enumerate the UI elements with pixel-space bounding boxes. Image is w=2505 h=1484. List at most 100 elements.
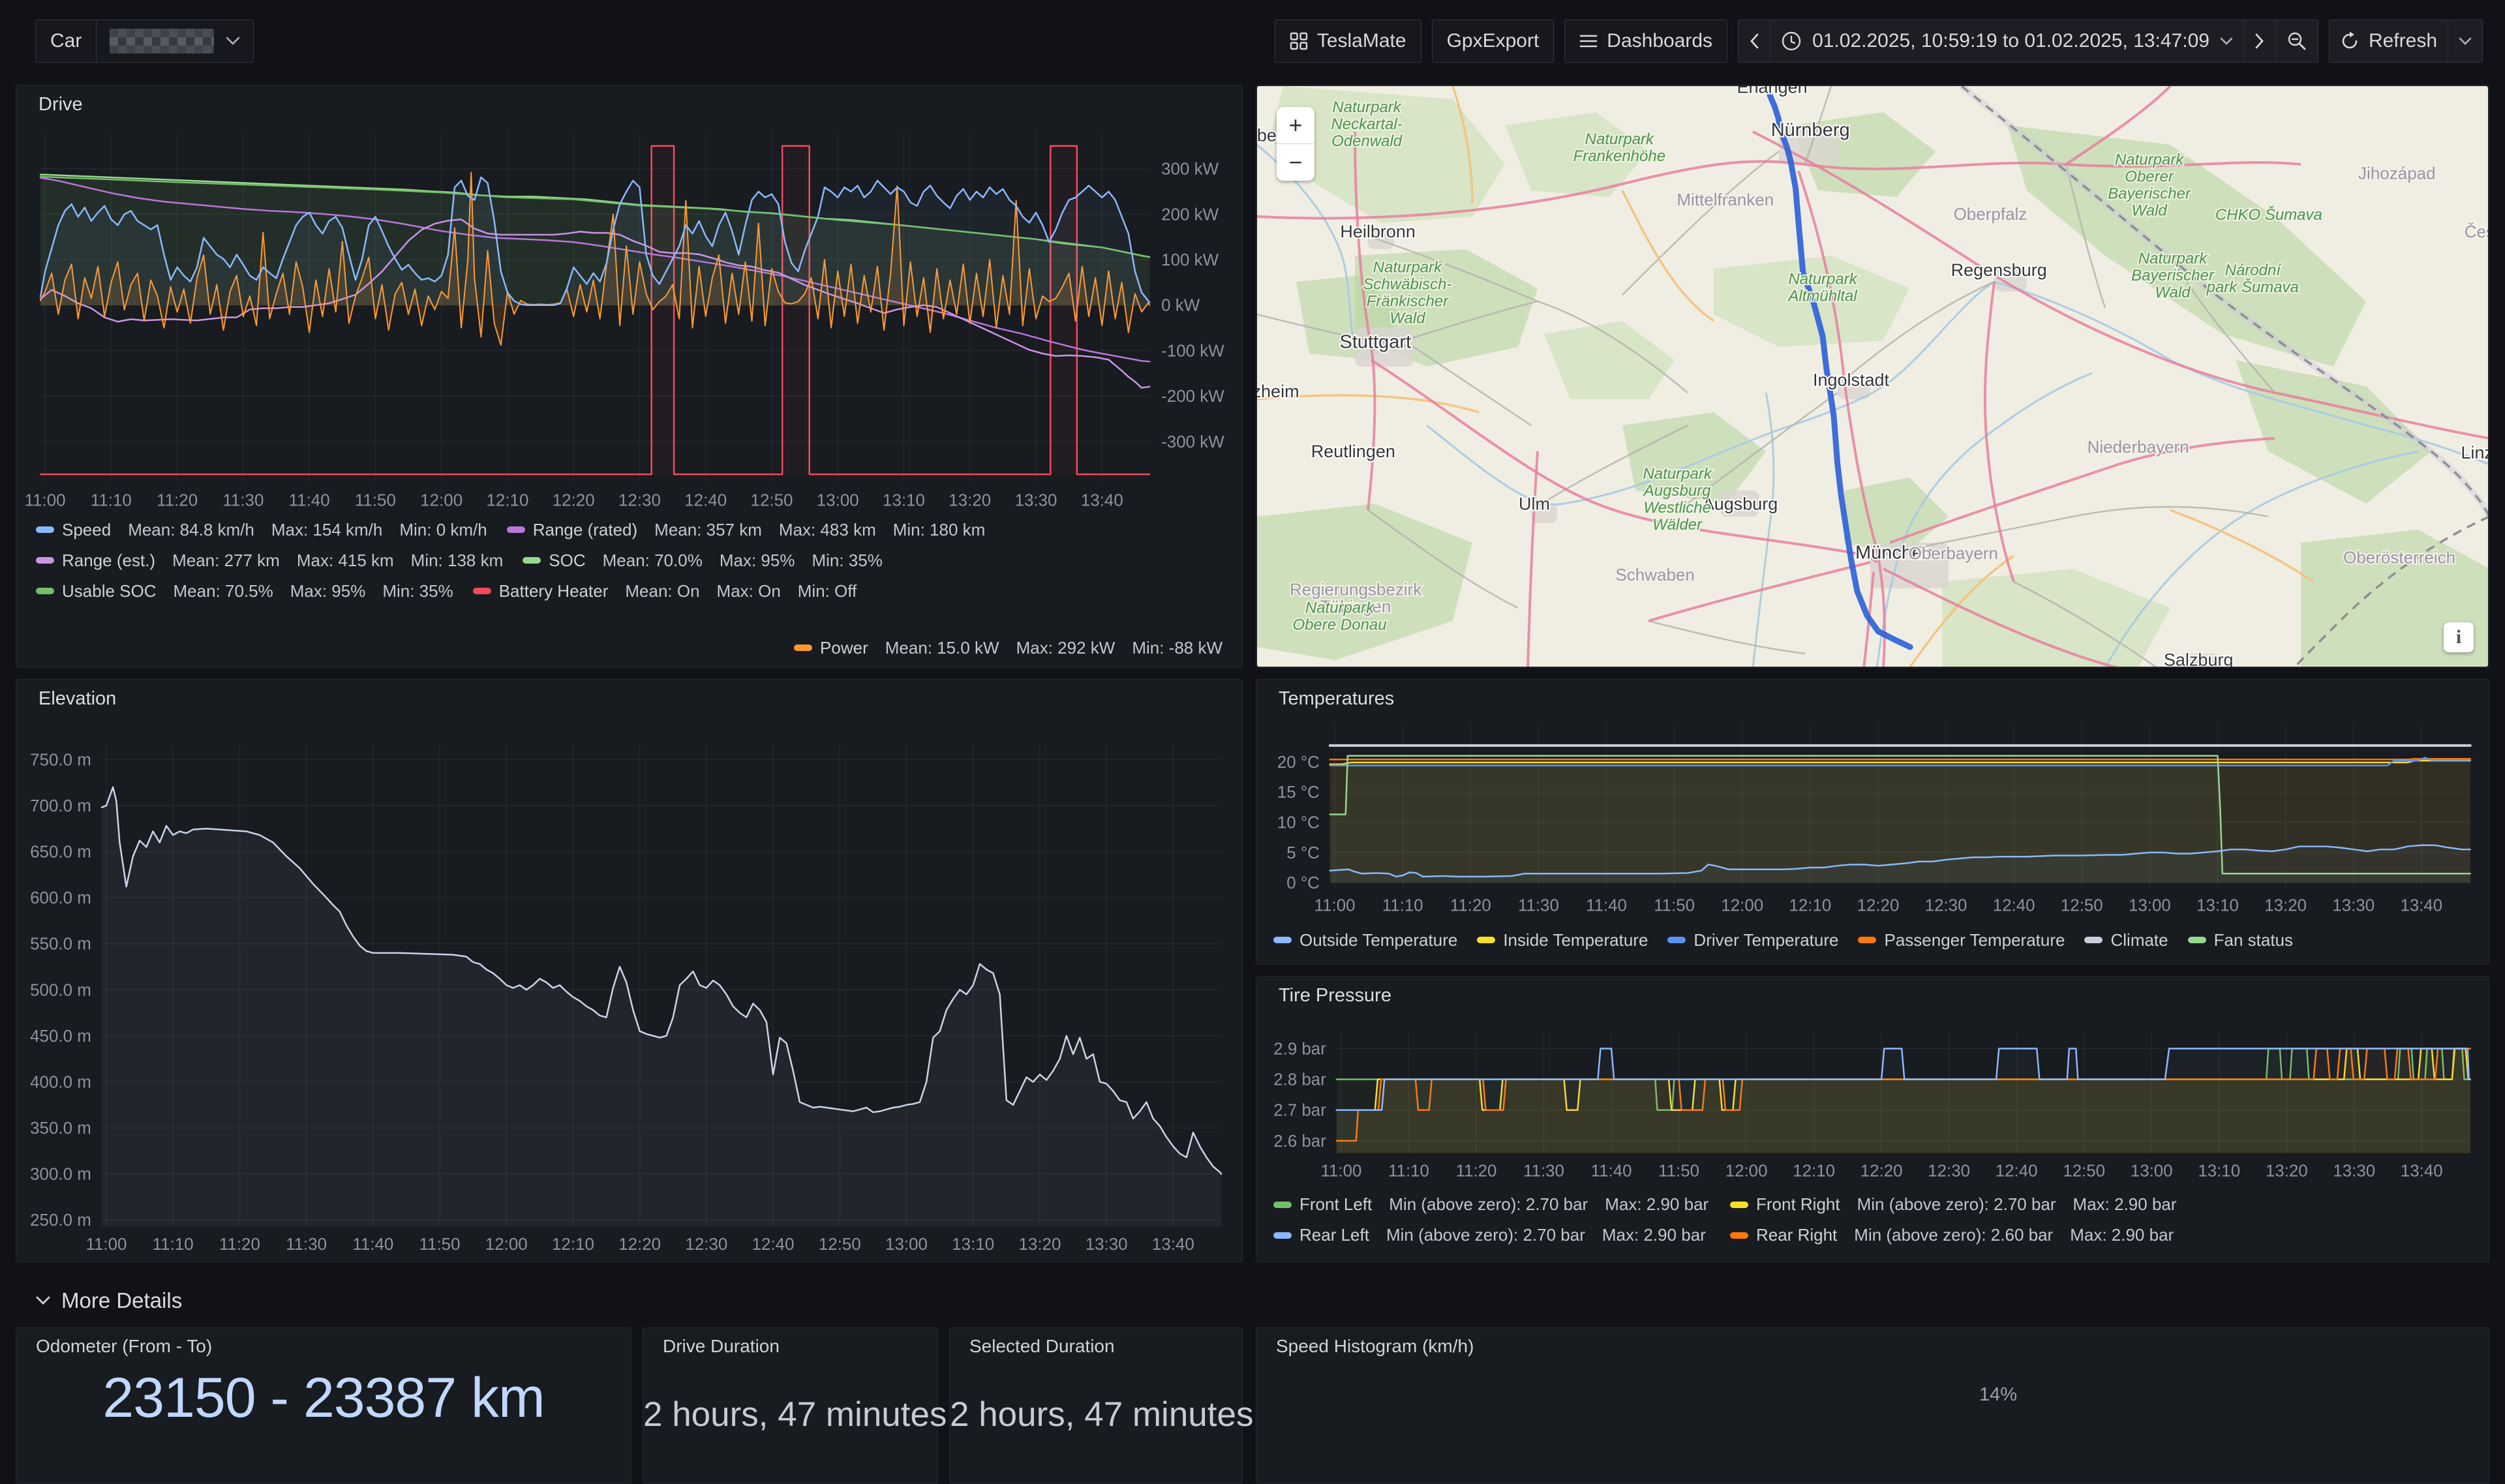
x-axis-tick-label: 13:40 (2400, 896, 2442, 915)
y-axis-tick-label: 650.0 m (30, 843, 91, 862)
x-axis-tick-label: 12:40 (1996, 1162, 2038, 1181)
legend-item-fan[interactable]: Fan status (2188, 930, 2293, 950)
legend-item-battery_heater[interactable]: Battery HeaterMean: OnMax: OnMin: Off (473, 581, 857, 601)
tire-pressure-legend: Front LeftMin (above zero): 2.70 barMax:… (1273, 1194, 2177, 1245)
speed-histogram-panel-title: Speed Histogram (km/h) (1256, 1328, 1474, 1365)
x-axis-tick-label: 11:30 (1523, 1162, 1564, 1181)
time-shift-back-button[interactable] (1738, 20, 1770, 62)
x-axis-tick-label: 13:30 (1086, 1235, 1128, 1254)
elevation-panel-title: Elevation (16, 680, 116, 718)
teslamate-button[interactable]: TeslaMate (1275, 20, 1421, 63)
x-axis-tick-label: 13:10 (2198, 1162, 2240, 1181)
legend-item-passenger[interactable]: Passenger Temperature (1858, 930, 2065, 950)
legend-label-passenger: Passenger Temperature (1884, 930, 2065, 950)
legend-item-front_right[interactable]: Front RightMin (above zero): 2.70 barMax… (1730, 1194, 2177, 1215)
legend-item-range_est[interactable]: Range (est.)Mean: 277 kmMax: 415 kmMin: … (36, 551, 503, 571)
x-axis-tick-label: 11:50 (355, 492, 396, 510)
drive-panel-title: Drive (16, 85, 83, 123)
x-axis-tick-label: 11:10 (91, 492, 132, 510)
map-attribution-info-button[interactable]: i (2444, 622, 2474, 652)
x-axis-tick-label: 11:40 (1591, 1162, 1632, 1181)
legend-item-outside[interactable]: Outside Temperature (1273, 930, 1457, 950)
legend-item-usable_soc[interactable]: Usable SOCMean: 70.5%Max: 95%Min: 35% (36, 581, 453, 601)
map-label: Oberösterreich (2343, 547, 2455, 567)
legend-item-soc[interactable]: SOCMean: 70.0%Max: 95%Min: 35% (523, 551, 883, 571)
dashboards-button[interactable]: Dashboards (1564, 20, 1727, 63)
x-axis-tick-label: 13:20 (949, 492, 991, 510)
y-axis-tick-label: 200 kW (1161, 205, 1219, 224)
map-label: NaturparkFrankenhöhe (1573, 130, 1665, 165)
legend-stat: Min: Off (798, 581, 857, 601)
legend-label-driver: Driver Temperature (1693, 930, 1838, 950)
legend-label-speed: Speed (62, 520, 111, 540)
x-axis-tick-label: 13:00 (817, 492, 859, 510)
map-label: Linz (2461, 443, 2488, 462)
legend-stat: Max: 2.90 bar (2073, 1194, 2177, 1215)
x-axis-tick-label: 12:20 (1860, 1162, 1903, 1181)
x-axis-tick-label: 13:30 (1015, 492, 1057, 510)
map-label: Jihozápad (2358, 164, 2436, 183)
legend-label-climate: Climate (2110, 930, 2168, 950)
legend-item-inside[interactable]: Inside Temperature (1477, 930, 1648, 950)
legend-stat: Max: On (717, 581, 781, 601)
car-variable-control[interactable]: Car (35, 20, 254, 63)
legend-row-right: PowerMean: 15.0 kWMax: 292 kWMin: -88 kW (36, 637, 1222, 659)
time-shift-forward-button[interactable] (2243, 20, 2275, 62)
refresh-button[interactable]: Refresh (2330, 20, 2448, 62)
y-axis-tick-label: 2.6 bar (1273, 1132, 1326, 1151)
y-axis-tick-label: 450.0 m (30, 1027, 91, 1046)
odometer-value: 23150 - 23387 km (16, 1366, 631, 1431)
legend-item-range_rated[interactable]: Range (rated)Mean: 357 kmMax: 483 kmMin:… (507, 520, 986, 540)
legend-row: Outside Temperature Inside Temperature Dri… (1273, 929, 2476, 951)
odometer-panel: Odometer (From - To) 23150 - 23387 km (16, 1327, 631, 1484)
x-axis-tick-label: 11:10 (1382, 896, 1423, 915)
apps-grid-icon (1290, 32, 1308, 50)
map-canvas[interactable]: NürnbergErlangenHeilbronnStuttgartPforzh… (1257, 86, 2488, 667)
x-axis-tick-label: 11:00 (25, 492, 66, 510)
legend-swatch-range_est (36, 557, 54, 564)
elevation-chart[interactable]: 11:0011:1011:2011:3011:4011:5012:0012:10… (16, 680, 1242, 1262)
x-axis-tick-label: 13:10 (952, 1235, 994, 1254)
legend-label-range_est: Range (est.) (62, 551, 155, 571)
more-details-section-toggle[interactable]: More Details (35, 1288, 182, 1313)
map-zoom-in-button[interactable]: + (1277, 107, 1314, 144)
legend-swatch-rear_left (1273, 1232, 1292, 1239)
map-label: NaturparkObere Donau (1293, 599, 1387, 633)
legend-item-speed[interactable]: SpeedMean: 84.8 km/hMax: 154 km/hMin: 0 … (36, 520, 487, 540)
temperatures-chart[interactable]: 11:0011:1011:2011:3011:4011:5012:0012:10… (1256, 680, 2489, 964)
legend-swatch-range_rated (507, 526, 525, 533)
car-variable-value[interactable] (97, 20, 253, 62)
toolbar-right-group: TeslaMate GpxExport Dashboards 01.02.202… (1275, 20, 2483, 63)
map-zoom-out-button[interactable]: − (1277, 144, 1314, 181)
map-label: NaturparkNeckartal-Odenwald (1331, 98, 1402, 150)
x-axis-tick-label: 13:30 (2333, 1162, 2375, 1181)
legend-stat: Mean: 70.5% (174, 581, 273, 601)
legend-item-driver[interactable]: Driver Temperature (1667, 930, 1838, 950)
legend-item-front_left[interactable]: Front LeftMin (above zero): 2.70 barMax:… (1273, 1194, 1730, 1215)
map-label: Čes (2465, 222, 2488, 241)
x-axis-tick-label: 13:40 (1152, 1235, 1194, 1254)
clock-icon (1781, 31, 1802, 52)
x-axis-tick-label: 13:40 (1081, 492, 1123, 510)
legend-swatch-usable_soc (36, 588, 54, 594)
legend-item-power[interactable]: PowerMean: 15.0 kWMax: 292 kWMin: -88 kW (794, 638, 1222, 658)
x-axis-tick-label: 11:00 (85, 1235, 127, 1254)
y-axis-tick-label: 250.0 m (30, 1211, 91, 1230)
zoom-out-time-button[interactable] (2275, 20, 2318, 62)
legend-item-rear_right[interactable]: Rear RightMin (above zero): 2.60 barMax:… (1730, 1225, 2177, 1245)
legend-item-climate[interactable]: Climate (2084, 930, 2168, 950)
legend-stat: Min (above zero): 2.60 bar (1854, 1225, 2053, 1245)
openstreetmap[interactable]: NürnbergErlangenHeilbronnStuttgartPforzh… (1257, 86, 2488, 667)
legend-stat: Max: 95% (290, 581, 366, 601)
legend-item-rear_left[interactable]: Rear LeftMin (above zero): 2.70 barMax: … (1273, 1225, 1730, 1245)
drive-legend: SpeedMean: 84.8 km/hMax: 154 km/hMin: 0 … (36, 519, 1222, 659)
map-label: Heilbronn (1340, 222, 1416, 241)
refresh-interval-dropdown[interactable] (2448, 20, 2482, 62)
gpxexport-button[interactable]: GpxExport (1432, 20, 1555, 63)
x-axis-tick-label: 12:20 (618, 1235, 661, 1254)
legend-swatch-inside (1477, 937, 1495, 943)
time-range-picker[interactable]: 01.02.2025, 10:59:19 to 01.02.2025, 13:4… (1770, 20, 2243, 62)
x-axis-tick-label: 11:00 (1314, 896, 1356, 915)
legend-stat: Max: 292 kW (1016, 638, 1116, 658)
map-label: Erlangen (1737, 86, 1808, 97)
